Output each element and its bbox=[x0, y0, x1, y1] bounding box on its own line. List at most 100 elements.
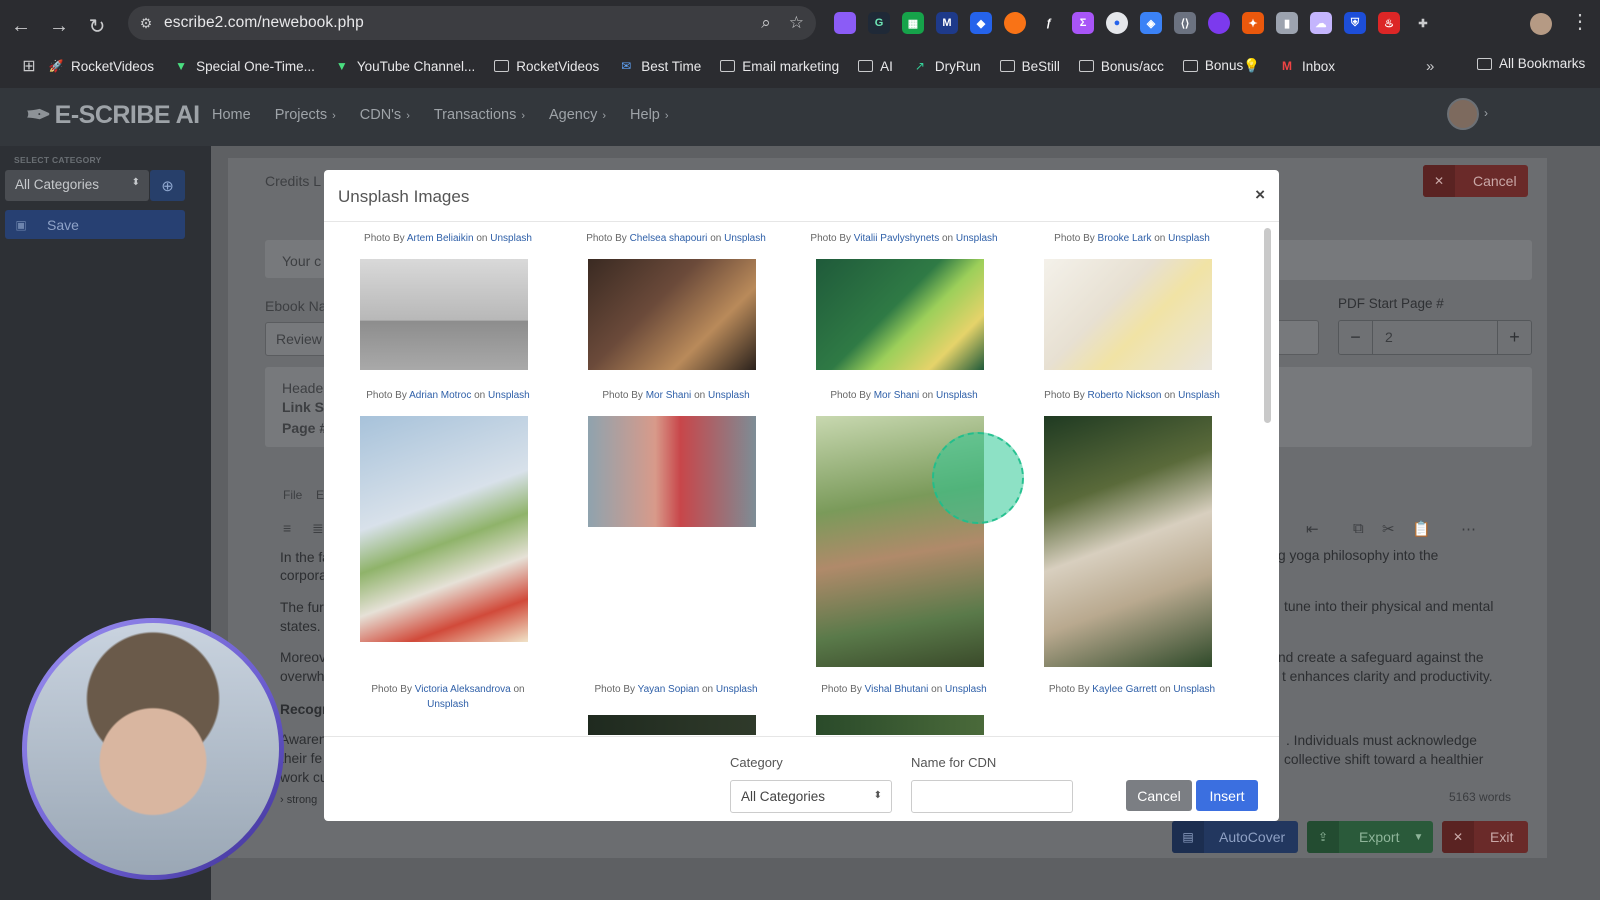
menu-item-agency[interactable]: Agency › bbox=[549, 107, 606, 123]
extension-icon[interactable]: ♨ bbox=[1378, 12, 1400, 34]
save-button[interactable]: ▣ Save bbox=[5, 210, 185, 239]
extension-icon[interactable]: Σ bbox=[1072, 12, 1094, 34]
all-bookmarks[interactable]: All Bookmarks bbox=[1477, 56, 1585, 71]
unsplash-thumbnail[interactable] bbox=[816, 259, 984, 370]
exit-button[interactable]: ✕ Exit bbox=[1442, 821, 1528, 853]
chevron-right-icon[interactable]: › bbox=[1484, 106, 1488, 120]
cancel-button[interactable]: Cancel bbox=[1126, 780, 1192, 811]
bookmark-item[interactable]: ↗ DryRun bbox=[912, 59, 981, 74]
photographer-link[interactable]: Victoria Aleksandrova bbox=[415, 684, 511, 695]
photographer-link[interactable]: Roberto Nickson bbox=[1088, 390, 1162, 401]
photographer-link[interactable]: Brooke Lark bbox=[1098, 233, 1152, 244]
unsplash-thumbnail[interactable] bbox=[816, 715, 984, 735]
align-center-icon[interactable]: ≡ bbox=[283, 520, 291, 536]
browser-menu-icon[interactable]: ⋮ bbox=[1570, 9, 1590, 34]
extension-icon[interactable]: ☁ bbox=[1310, 12, 1332, 34]
extension-icon[interactable]: ◈ bbox=[1140, 12, 1162, 34]
extension-icon[interactable]: G bbox=[868, 12, 890, 34]
bookmark-item[interactable]: 🚀 RocketVideos bbox=[48, 59, 155, 74]
outdent-icon[interactable]: ⇤ bbox=[1306, 520, 1319, 538]
photographer-link[interactable]: Artem Beliaikin bbox=[407, 233, 474, 244]
align-justify-icon[interactable]: ≣ bbox=[312, 520, 324, 537]
bookmark-folder[interactable]: Email marketing bbox=[720, 59, 839, 74]
cdn-name-input[interactable] bbox=[911, 780, 1073, 813]
extension-icon[interactable]: ⛨ bbox=[1344, 12, 1366, 34]
modal-scrollbar[interactable] bbox=[1264, 228, 1271, 423]
bookmark-folder[interactable]: BeStill bbox=[999, 59, 1060, 74]
extension-icon[interactable] bbox=[1208, 12, 1230, 34]
unsplash-link[interactable]: Unsplash bbox=[956, 233, 998, 244]
menu-item-home[interactable]: Home bbox=[212, 107, 251, 123]
bookmark-item[interactable]: ✉ Best Time bbox=[618, 59, 701, 74]
app-logo[interactable]: ✒ E-SCRIBE AI bbox=[26, 98, 200, 133]
unsplash-link[interactable]: Unsplash bbox=[945, 684, 987, 695]
extension-icon[interactable]: ● bbox=[1106, 12, 1128, 34]
add-category-button[interactable]: ⊕ bbox=[150, 170, 185, 201]
apps-grid-icon[interactable]: ⊞ bbox=[10, 56, 48, 76]
unsplash-link[interactable]: Unsplash bbox=[488, 390, 530, 401]
autocover-button[interactable]: ▤ AutoCover bbox=[1172, 821, 1298, 853]
unsplash-link[interactable]: Unsplash bbox=[1168, 233, 1210, 244]
insert-button[interactable]: Insert bbox=[1196, 780, 1258, 811]
unsplash-thumbnail[interactable] bbox=[1044, 259, 1212, 370]
unsplash-link[interactable]: Unsplash bbox=[936, 390, 978, 401]
puzzle-icon[interactable]: ✚ bbox=[1412, 12, 1434, 34]
photographer-link[interactable]: Mor Shani bbox=[646, 390, 692, 401]
menu-item-cdns[interactable]: CDN's › bbox=[360, 107, 410, 123]
unsplash-link[interactable]: Unsplash bbox=[427, 699, 469, 710]
extension-icon[interactable]: ▮ bbox=[1276, 12, 1298, 34]
reload-icon[interactable]: ↻ bbox=[80, 9, 114, 43]
photographer-link[interactable]: Chelsea shapouri bbox=[630, 233, 708, 244]
minus-button[interactable]: − bbox=[1339, 321, 1372, 354]
more-icon[interactable]: ⋯ bbox=[1461, 520, 1476, 538]
bookmark-star-icon[interactable]: ☆ bbox=[789, 13, 804, 33]
bookmark-folder[interactable]: Bonus💡 bbox=[1182, 58, 1260, 74]
photographer-link[interactable]: Adrian Motroc bbox=[409, 390, 471, 401]
bookmark-folder[interactable]: AI bbox=[858, 59, 893, 74]
editor-menu-file[interactable]: File bbox=[283, 488, 302, 502]
unsplash-link[interactable]: Unsplash bbox=[716, 684, 758, 695]
bookmark-item[interactable]: M Inbox bbox=[1279, 59, 1335, 74]
extension-icon[interactable]: M bbox=[936, 12, 958, 34]
pdf-start-page-value[interactable]: 2 bbox=[1372, 321, 1498, 354]
caret-down-icon[interactable]: ▼ bbox=[1413, 832, 1423, 843]
extension-icon[interactable] bbox=[1004, 12, 1026, 34]
export-button[interactable]: ⇪ Export ▼ bbox=[1307, 821, 1433, 853]
profile-avatar[interactable] bbox=[1530, 13, 1552, 35]
photographer-link[interactable]: Vishal Bhutani bbox=[865, 684, 929, 695]
extension-icon[interactable]: ◆ bbox=[970, 12, 992, 34]
menu-item-help[interactable]: Help › bbox=[630, 107, 669, 123]
photographer-link[interactable]: Kaylee Garrett bbox=[1092, 684, 1156, 695]
menu-item-transactions[interactable]: Transactions › bbox=[434, 107, 525, 123]
unsplash-link[interactable]: Unsplash bbox=[1178, 390, 1220, 401]
back-arrow-icon[interactable]: ← bbox=[4, 9, 38, 43]
unsplash-thumbnail[interactable] bbox=[360, 259, 528, 370]
more-bookmarks-icon[interactable]: » bbox=[1426, 58, 1434, 75]
extension-icon[interactable]: ⟨⟩ bbox=[1174, 12, 1196, 34]
editor-menu-edit[interactable]: E bbox=[316, 488, 324, 502]
zoom-search-icon[interactable]: ⌕ bbox=[761, 13, 771, 33]
extension-icon[interactable]: ✦ bbox=[1242, 12, 1264, 34]
photographer-link[interactable]: Yayan Sopian bbox=[638, 684, 700, 695]
extension-icon[interactable] bbox=[834, 12, 856, 34]
top-cancel-button[interactable]: ✕ Cancel bbox=[1423, 165, 1528, 197]
address-bar[interactable]: ⚙ escribe2.com/newebook.php ⌕ ☆ bbox=[128, 6, 816, 40]
photographer-link[interactable]: Mor Shani bbox=[874, 390, 920, 401]
copy-icon[interactable]: ⧉ bbox=[1353, 520, 1364, 537]
category-select[interactable]: All Categories ⬍ bbox=[5, 170, 149, 201]
unsplash-thumbnail[interactable] bbox=[588, 259, 756, 370]
unsplash-thumbnail[interactable] bbox=[360, 416, 528, 642]
unsplash-thumbnail[interactable] bbox=[588, 416, 756, 527]
unsplash-link[interactable]: Unsplash bbox=[708, 390, 750, 401]
unsplash-link[interactable]: Unsplash bbox=[724, 233, 766, 244]
paste-icon[interactable]: 📋 bbox=[1412, 520, 1431, 538]
category-select[interactable]: All Categories ⬍ bbox=[730, 780, 892, 813]
bookmark-item[interactable]: ▼ Special One-Time... bbox=[173, 59, 315, 74]
close-icon[interactable]: × bbox=[1255, 185, 1265, 205]
plus-button[interactable]: + bbox=[1498, 321, 1531, 354]
unsplash-thumbnail[interactable] bbox=[588, 715, 756, 735]
cut-icon[interactable]: ✂ bbox=[1382, 520, 1395, 538]
site-settings-icon[interactable]: ⚙ bbox=[128, 15, 164, 32]
extension-icon[interactable]: ▦ bbox=[902, 12, 924, 34]
menu-item-projects[interactable]: Projects › bbox=[275, 107, 336, 123]
